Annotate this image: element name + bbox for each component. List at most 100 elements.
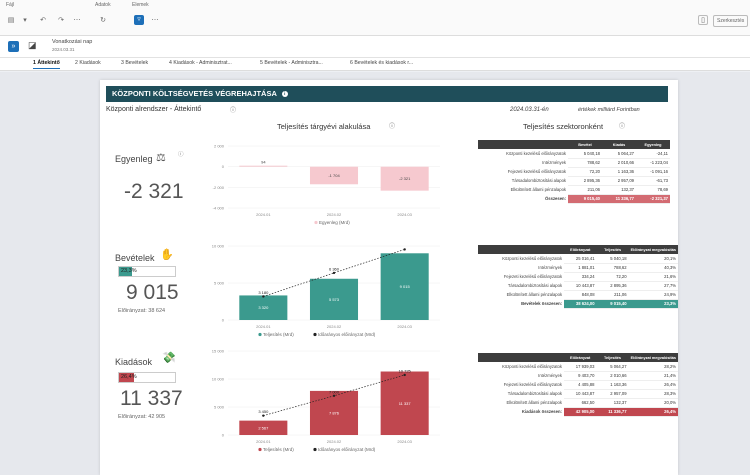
- redo-icon[interactable]: ↷: [56, 16, 66, 26]
- elements-menu[interactable]: Elemek: [132, 2, 149, 8]
- cell: 21,4%: [628, 371, 678, 381]
- row-label: Intézmények: [538, 265, 563, 270]
- file-menu[interactable]: Fájl: [6, 2, 14, 8]
- cell: 10 443,87: [564, 281, 597, 291]
- cell: 21,6%: [628, 272, 678, 282]
- tab-kiadasok-admin[interactable]: 4 Kiadások - Adminisztrat...: [169, 60, 232, 66]
- app-bar: » ◪ Vonatkozási nap 2024.03.31: [0, 36, 750, 58]
- report-title-bar: KÖZPONTI KÖLTSÉGVETÉS VÉGREHAJTÁSA i: [106, 86, 668, 102]
- plan-point[interactable]: [403, 248, 406, 251]
- x-tick-label: 2024.02: [327, 212, 342, 217]
- report-title: KÖZPONTI KÖLTSÉGVETÉS VÉGREHAJTÁSA: [112, 89, 277, 98]
- dropdown-icon[interactable]: ▾: [20, 16, 30, 26]
- y-tick-label: 5 000: [214, 405, 225, 410]
- cell: 211,06: [596, 290, 629, 300]
- x-tick-label: 2024.01: [256, 324, 271, 329]
- legend-label: Teljesítés (Mrd): [263, 332, 294, 337]
- x-tick-label: 2024.02: [327, 324, 342, 329]
- plan-point[interactable]: [262, 295, 265, 298]
- row-label: Elkülönített állami pénzalapok: [510, 187, 566, 192]
- plan-point[interactable]: [262, 414, 265, 417]
- y-tick-label: -2 000: [213, 185, 225, 190]
- data-label: -1 704: [328, 173, 340, 178]
- data-menu[interactable]: Adatok: [95, 2, 111, 8]
- filter-icon[interactable]: ▿: [134, 15, 144, 25]
- data-label: 11 337: [399, 401, 412, 406]
- cell: 20,0%: [628, 398, 678, 408]
- cell: 2 957,09: [602, 176, 636, 186]
- y-tick-label: 0: [222, 164, 225, 169]
- reference-day-date: 2024.03.31: [52, 47, 75, 52]
- edit-button[interactable]: Szerkesztés: [713, 15, 749, 27]
- total-cell: 9 015,40: [596, 299, 629, 309]
- info-icon[interactable]: i: [281, 91, 288, 97]
- tab-attekinto[interactable]: 1 Áttekintő: [33, 60, 60, 69]
- info-icon[interactable]: ⓘ: [619, 121, 625, 130]
- table-row: Társadalombiztosítási alapok 2 895,36 2 95…: [478, 176, 670, 186]
- cell: 10 443,87: [563, 389, 597, 399]
- cell: 2 957,09: [596, 389, 629, 399]
- cell: 25 016,41: [564, 254, 597, 264]
- bar[interactable]: [239, 165, 288, 167]
- cell: 2 895,36: [568, 176, 602, 186]
- report-subtitle: Központi alrendszer - Áttekintő: [106, 106, 202, 113]
- info-icon[interactable]: ⓘ: [230, 105, 236, 114]
- y-tick-label: 15 000: [212, 349, 225, 354]
- view-icon[interactable]: ▤: [6, 16, 16, 26]
- cell: 788,62: [596, 263, 629, 273]
- x-tick-label: 2024.01: [256, 439, 271, 444]
- cell: 334,24: [564, 272, 597, 282]
- cell: 2 010,66: [596, 371, 629, 381]
- tab-bevetelek[interactable]: 3 Bevételek: [121, 60, 148, 66]
- table-row: Fejezeti kezelésű előirányzatok 72,20 1 16…: [478, 167, 670, 177]
- balance-label: Egyenleg: [115, 154, 153, 164]
- info-icon[interactable]: ⓘ: [389, 121, 395, 130]
- cell: -1 223,04: [636, 158, 670, 168]
- scale-icon: ⚖: [156, 152, 166, 164]
- table-total-row: Összesen: 9 015,40 11 336,77 -2 321,37: [478, 194, 670, 204]
- refresh-icon[interactable]: ↻: [98, 16, 108, 26]
- nav-toggle-icon[interactable]: »: [8, 41, 19, 52]
- table-total-row: Kiadások összesen: 42 905,00 11 336,77 26,4…: [478, 407, 678, 417]
- legend-marker: [313, 447, 317, 452]
- row-label: Társadalombiztosítási alapok: [511, 178, 566, 183]
- plan-point[interactable]: [332, 271, 336, 275]
- cell: 2 895,36: [596, 281, 629, 291]
- more-icon[interactable]: ⋯: [150, 16, 160, 26]
- more-icon[interactable]: ⋯: [72, 16, 82, 26]
- comment-icon[interactable]: ▯: [698, 15, 708, 25]
- total-cell: 11 336,77: [596, 407, 629, 417]
- undo-icon[interactable]: ↶: [38, 16, 48, 26]
- ribbon-toolbar: Fájl Adatok Elemek ▤ ▾ ↶ ↷ ⋯ ↻ ▿ ⋯ ▯ Sze…: [0, 0, 750, 36]
- plan-point[interactable]: [403, 373, 406, 377]
- revenue-pct: 23,3%: [121, 268, 137, 274]
- row-label: Központi kezelésű előirányzatok: [506, 151, 566, 156]
- cell: 72,20: [568, 167, 602, 177]
- table-row: Elkülönített állami pénzalapok 848,08 211,…: [478, 290, 678, 300]
- plan-label: 6 360: [329, 266, 340, 271]
- tab-bevetelek-kiadasok[interactable]: 6 Bevételek és kiadások r...: [350, 60, 413, 66]
- expenses-value: 11 337: [120, 387, 183, 410]
- table-row: Központi kezelésű előirányzatok 25 016,41…: [478, 254, 678, 264]
- cell: 2 010,66: [602, 158, 636, 168]
- y-tick-label: -4 000: [213, 206, 225, 211]
- table-row: Elkülönített állami pénzalapok 662,50 132,…: [478, 398, 678, 408]
- y-tick-label: 0: [222, 433, 225, 438]
- row-label: Elkülönített állami pénzalapok: [506, 292, 563, 297]
- cell: 27,7%: [628, 281, 678, 291]
- table-row: Intézmények 1 881,01 788,62 40,3%: [478, 263, 678, 273]
- report-canvas: KÖZPONTI KÖLTSÉGVETÉS VÉGREHAJTÁSA i Köz…: [0, 72, 750, 475]
- plan-point[interactable]: [332, 394, 336, 397]
- legend-label: Időarányos előirányzat (Mrd): [318, 447, 376, 452]
- table-row: Központi kezelésű előirányzatok 5 040,18 5…: [478, 149, 670, 159]
- info-icon[interactable]: ⓘ: [178, 150, 184, 158]
- cell: 1 881,01: [564, 263, 597, 273]
- cell: 132,37: [596, 398, 629, 408]
- expenses-sector-table: Előirányzat Teljesítés Előirányzat megvaló…: [478, 353, 678, 417]
- cell: 72,20: [596, 272, 629, 282]
- tab-bevetelek-admin[interactable]: 5 Bevételek - Adminisztra...: [260, 60, 323, 66]
- cell: -24,11: [636, 149, 670, 159]
- table-row: Intézmények 9 403,70 2 010,66 21,4%: [478, 371, 678, 381]
- x-tick-label: 2024.01: [256, 212, 271, 217]
- tab-kiadasok[interactable]: 2 Kiadások: [75, 60, 101, 66]
